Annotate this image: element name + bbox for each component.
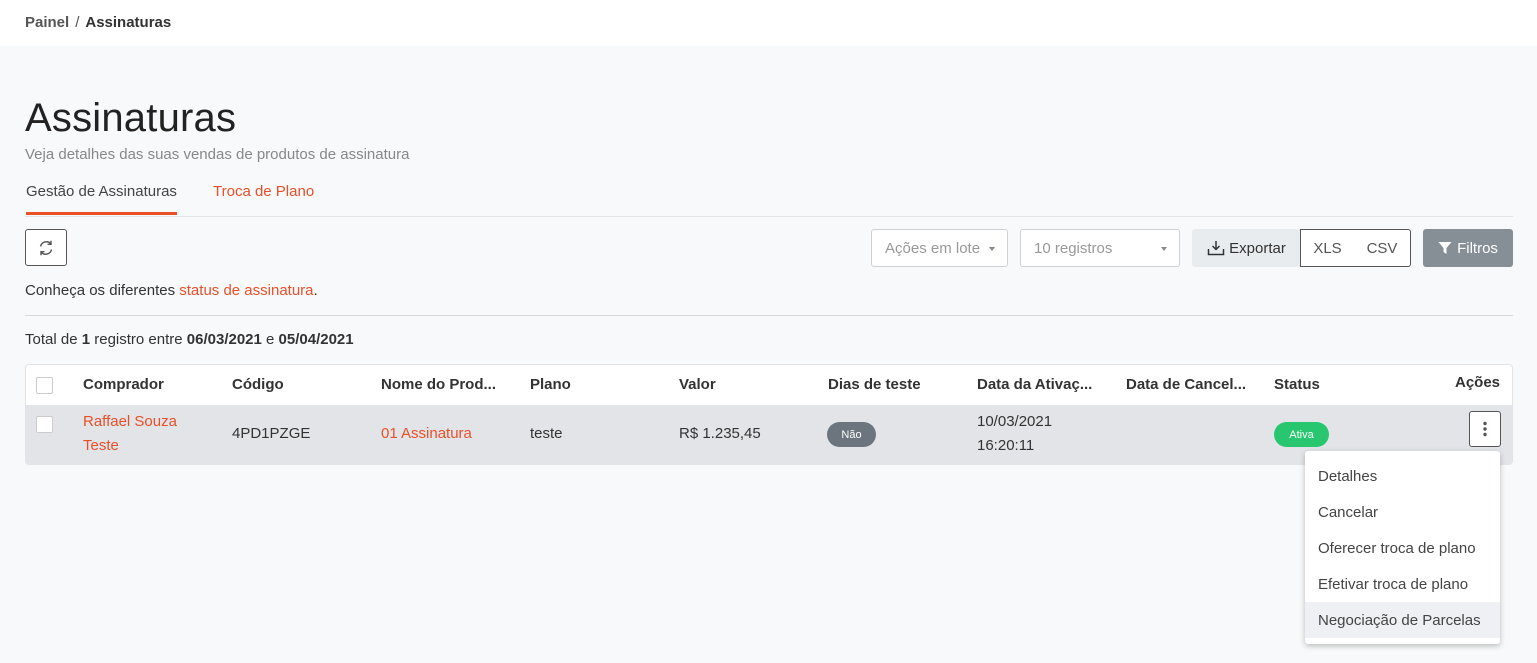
column-header[interactable]: Valor — [679, 376, 716, 393]
breadcrumb: Painel / Assinaturas — [25, 14, 171, 31]
product-link[interactable]: 01 Assinatura — [381, 425, 472, 442]
filter-icon — [1438, 242, 1452, 254]
column-header[interactable]: Nome do Prod... — [381, 376, 496, 393]
row-checkbox[interactable] — [36, 416, 53, 433]
page-size-select[interactable]: 10 registros — [1020, 229, 1180, 267]
column-header[interactable]: Dias de teste — [828, 376, 921, 393]
page-subtitle: Veja detalhes das suas vendas de produto… — [25, 146, 410, 163]
total-date-start: 06/03/2021 — [186, 331, 262, 348]
divider — [25, 315, 1513, 316]
buyer-name-line: Raffael Souza — [83, 413, 177, 430]
export-csv-button[interactable]: CSV — [1354, 229, 1411, 267]
menu-item-efetivar-troca[interactable]: Efetivar troca de plano — [1305, 566, 1500, 602]
info-prefix: Conheça os diferentes — [25, 282, 180, 299]
row-actions-menu: Detalhes Cancelar Oferecer troca de plan… — [1305, 451, 1500, 644]
buyer-name-line: Teste — [83, 437, 119, 454]
subscription-code: 4PD1PZGE — [232, 425, 311, 442]
column-header[interactable]: Plano — [530, 376, 571, 393]
total-text: e — [261, 331, 279, 348]
column-header[interactable]: Comprador — [83, 376, 164, 393]
page-title: Assinaturas — [25, 96, 237, 140]
trial-badge: Não — [827, 422, 876, 447]
refresh-button[interactable] — [25, 229, 67, 266]
tab-troca-de-plano[interactable]: Troca de Plano — [213, 183, 314, 212]
status-info-link[interactable]: status de assinatura — [179, 282, 313, 299]
download-icon — [1207, 241, 1225, 256]
chevron-down-icon — [989, 247, 995, 251]
column-header[interactable]: Código — [232, 376, 284, 393]
more-vertical-icon — [1483, 421, 1487, 437]
menu-item-cancelar[interactable]: Cancelar — [1305, 494, 1500, 530]
total-text: registro entre — [90, 331, 187, 348]
bulk-actions-select[interactable]: Ações em lote — [871, 229, 1008, 267]
top-bar: Painel / Assinaturas — [0, 0, 1537, 46]
subscriptions-table: Comprador Código Nome do Prod... Plano V… — [25, 364, 1513, 465]
export-label: Exportar — [1229, 239, 1286, 257]
column-header[interactable]: Status — [1274, 376, 1320, 393]
tabs: Gestão de Assinaturas Troca de Plano — [25, 180, 1513, 217]
buyer-link[interactable]: Raffael Souza Teste — [83, 410, 177, 458]
chevron-down-icon — [1161, 247, 1167, 251]
table-row: Raffael Souza Teste 4PD1PZGE 01 Assinatu… — [26, 405, 1512, 464]
status-badge: Ativa — [1274, 422, 1329, 447]
select-all-checkbox[interactable] — [36, 377, 53, 394]
column-header: Ações — [1455, 374, 1501, 391]
breadcrumb-separator: / — [75, 14, 80, 31]
total-summary: Total de 1 registro entre 06/03/2021 e 0… — [25, 331, 354, 348]
status-info-line: Conheça os diferentes status de assinatu… — [25, 282, 318, 299]
plan-cell: teste — [530, 425, 563, 442]
page-size-label: 10 registros — [1034, 239, 1113, 257]
menu-item-negociacao-parcelas[interactable]: Negociação de Parcelas — [1305, 602, 1500, 638]
breadcrumb-current: Assinaturas — [85, 14, 172, 31]
bulk-actions-label: Ações em lote — [885, 239, 981, 257]
activation-time: 16:20:11 — [977, 437, 1035, 454]
total-count: 1 — [81, 331, 91, 348]
value-cell: R$ 1.235,45 — [679, 425, 761, 442]
breadcrumb-painel[interactable]: Painel — [25, 14, 69, 31]
total-date-end: 05/04/2021 — [278, 331, 354, 348]
export-xls-button[interactable]: XLS — [1300, 229, 1355, 267]
menu-item-detalhes[interactable]: Detalhes — [1305, 458, 1500, 494]
activation-date: 10/03/2021 — [977, 413, 1053, 430]
menu-item-oferecer-troca[interactable]: Oferecer troca de plano — [1305, 530, 1500, 566]
total-text: Total de — [25, 331, 82, 348]
info-suffix: . — [313, 282, 318, 299]
tab-gestao-assinaturas[interactable]: Gestão de Assinaturas — [26, 183, 177, 215]
column-header[interactable]: Data da Ativaç... — [977, 376, 1092, 393]
export-button[interactable]: Exportar — [1192, 229, 1301, 267]
column-header[interactable]: Data de Cancel... — [1126, 376, 1246, 393]
activation-date-cell: 10/03/2021 16:20:11 — [977, 410, 1052, 458]
filters-button[interactable]: Filtros — [1423, 229, 1513, 267]
refresh-icon — [39, 240, 53, 255]
filters-label: Filtros — [1457, 239, 1498, 257]
table-header: Comprador Código Nome do Prod... Plano V… — [26, 365, 1512, 405]
row-actions-button[interactable] — [1469, 411, 1501, 447]
